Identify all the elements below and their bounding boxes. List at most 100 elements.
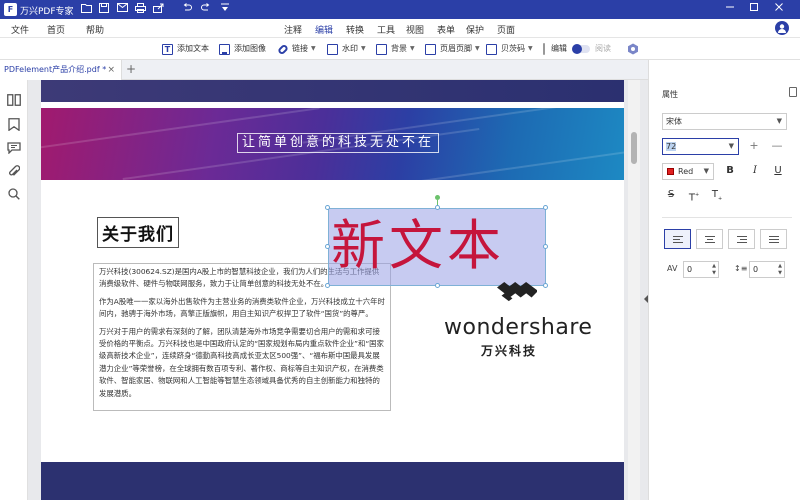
resize-handle[interactable] bbox=[543, 283, 548, 288]
bookmark-icon[interactable] bbox=[8, 118, 20, 132]
email-icon[interactable] bbox=[116, 3, 128, 15]
font-family-select[interactable]: 宋体 ▼ bbox=[662, 113, 787, 130]
tab-view[interactable]: 视图 bbox=[406, 23, 424, 36]
undo-icon[interactable] bbox=[181, 3, 193, 15]
share-icon[interactable] bbox=[152, 3, 164, 15]
close-window-button[interactable] bbox=[772, 2, 786, 16]
chevron-down-icon: ▼ bbox=[410, 45, 415, 52]
font-color-label: Red bbox=[678, 167, 694, 176]
document-tab[interactable]: PDFelement产品介绍.pdf * × bbox=[0, 60, 122, 80]
resize-handle[interactable] bbox=[543, 205, 548, 210]
font-size-input[interactable]: 72 ▼ bbox=[662, 138, 739, 155]
brand-chinese-name[interactable]: 万兴科技 bbox=[481, 342, 537, 359]
justify-button[interactable] bbox=[760, 229, 787, 249]
character-spacing-input[interactable]: 0 ▲ ▼ bbox=[683, 261, 719, 278]
font-color-select[interactable]: Red ▼ bbox=[662, 163, 714, 180]
document-tab-title: PDFelement产品介绍.pdf * bbox=[4, 65, 107, 74]
tab-annotate[interactable]: 注释 bbox=[284, 23, 302, 36]
superscript-button[interactable]: T+ bbox=[687, 188, 701, 203]
tab-forms[interactable]: 表单 bbox=[437, 23, 455, 36]
tab-edit[interactable]: 编辑 bbox=[312, 23, 336, 40]
italic-button[interactable]: I bbox=[748, 164, 762, 178]
tab-convert[interactable]: 转换 bbox=[346, 23, 364, 36]
background-icon bbox=[376, 43, 387, 55]
background-button[interactable]: 背景 ▼ bbox=[376, 42, 415, 56]
about-us-heading[interactable]: 关于我们 bbox=[97, 217, 179, 248]
attachment-icon[interactable] bbox=[8, 165, 21, 178]
line-spacing-value: 0 bbox=[753, 265, 759, 274]
document-icon[interactable] bbox=[789, 87, 797, 97]
text-icon: T bbox=[162, 43, 173, 55]
bold-button[interactable]: B bbox=[723, 164, 737, 178]
document-canvas[interactable]: 让简单创意的科技无处不在 关于我们 万兴科技(300624.SZ)是国内A股上市… bbox=[28, 80, 648, 500]
header-footer-label: 页眉页脚 bbox=[440, 44, 472, 53]
gear-icon[interactable] bbox=[627, 43, 639, 55]
user-avatar-icon[interactable] bbox=[775, 21, 789, 35]
increase-font-button[interactable]: + bbox=[746, 138, 762, 155]
new-tab-button[interactable]: + bbox=[126, 62, 136, 76]
resize-handle[interactable] bbox=[325, 244, 330, 249]
paragraph[interactable]: 万兴对于用户的需求有深刻的了解，团队清楚海外市场竞争需要切合用户的需和求可接受价… bbox=[99, 326, 385, 400]
watermark-button[interactable]: 水印 ▼ bbox=[327, 42, 366, 56]
line-spacing-input[interactable]: 0 ▲ ▼ bbox=[749, 261, 785, 278]
resize-handle[interactable] bbox=[435, 283, 440, 288]
chevron-down-icon[interactable]: ▼ bbox=[778, 270, 782, 276]
maximize-button[interactable] bbox=[747, 2, 761, 16]
subscript-button[interactable]: T+ bbox=[710, 188, 724, 202]
chevron-down-icon[interactable]: ▼ bbox=[712, 270, 716, 276]
bates-icon bbox=[486, 43, 497, 55]
banner-slogan[interactable]: 让简单创意的科技无处不在 bbox=[237, 133, 440, 153]
tab-protect[interactable]: 保护 bbox=[466, 23, 484, 36]
paragraph[interactable]: 作为A股唯一一家以海外出售软件为主营业务的消费类软件企业，万兴科技成立十六年时间… bbox=[99, 296, 385, 321]
redo-icon[interactable] bbox=[200, 3, 212, 15]
brand-wordmark[interactable]: wondershare bbox=[444, 315, 592, 340]
scrollbar-thumb[interactable] bbox=[631, 132, 637, 164]
menu-help[interactable]: 帮助 bbox=[86, 23, 104, 36]
resize-handle[interactable] bbox=[435, 205, 440, 210]
properties-title: 属性 bbox=[662, 90, 678, 99]
image-icon bbox=[219, 43, 230, 55]
underline-button[interactable]: U bbox=[771, 164, 785, 178]
bates-button[interactable]: 贝茨码 ▼ bbox=[486, 42, 533, 56]
decrease-font-button[interactable]: — bbox=[769, 138, 785, 155]
close-tab-icon[interactable]: × bbox=[107, 60, 115, 80]
resize-handle[interactable] bbox=[325, 283, 330, 288]
comment-icon[interactable] bbox=[7, 142, 21, 155]
character-spacing-icon: AV bbox=[667, 264, 678, 273]
character-spacing-value: 0 bbox=[687, 265, 693, 274]
open-folder-icon[interactable] bbox=[80, 3, 92, 15]
bates-label: 贝茨码 bbox=[501, 44, 525, 53]
edit-mode-label: 编辑 bbox=[551, 44, 567, 53]
tab-tools[interactable]: 工具 bbox=[377, 23, 395, 36]
menu-file[interactable]: 文件 bbox=[11, 23, 29, 36]
page-banner: 让简单创意的科技无处不在 bbox=[41, 108, 624, 180]
link-button[interactable]: 链接 ▼ bbox=[276, 42, 316, 56]
add-text-button[interactable]: T 添加文本 bbox=[162, 42, 209, 56]
collapse-right-panel-icon[interactable] bbox=[644, 295, 648, 303]
strikethrough-button[interactable]: S bbox=[664, 188, 678, 202]
align-left-button[interactable] bbox=[664, 229, 691, 249]
menu-bar: 文件 首页 帮助 注释 编辑 转换 工具 视图 表单 保护 页面 bbox=[0, 19, 800, 40]
new-text-object[interactable]: 新文本 bbox=[331, 208, 505, 284]
chevron-up-icon[interactable]: ▲ bbox=[712, 263, 716, 269]
resize-handle[interactable] bbox=[325, 205, 330, 210]
header-footer-button[interactable]: 页眉页脚 ▼ bbox=[425, 42, 480, 56]
align-center-button[interactable] bbox=[696, 229, 723, 249]
save-icon[interactable] bbox=[98, 3, 110, 15]
thumbnails-icon[interactable] bbox=[7, 94, 21, 106]
edit-read-toggle[interactable]: 编辑 阅读 bbox=[543, 42, 611, 56]
rotate-handle[interactable] bbox=[435, 195, 440, 200]
align-right-button[interactable] bbox=[728, 229, 755, 249]
pdf-page[interactable]: 让简单创意的科技无处不在 关于我们 万兴科技(300624.SZ)是国内A股上市… bbox=[41, 80, 624, 500]
add-text-label: 添加文本 bbox=[177, 44, 209, 53]
add-image-button[interactable]: 添加图像 bbox=[219, 42, 266, 56]
mode-toggle-switch[interactable] bbox=[572, 44, 590, 54]
quick-access-dropdown-icon[interactable] bbox=[219, 3, 231, 15]
minimize-button[interactable] bbox=[723, 2, 737, 16]
print-icon[interactable] bbox=[134, 3, 146, 15]
tab-page[interactable]: 页面 bbox=[497, 23, 515, 36]
menu-home[interactable]: 首页 bbox=[47, 23, 65, 36]
search-icon[interactable] bbox=[8, 188, 20, 200]
resize-handle[interactable] bbox=[543, 244, 548, 249]
chevron-up-icon[interactable]: ▲ bbox=[778, 263, 782, 269]
